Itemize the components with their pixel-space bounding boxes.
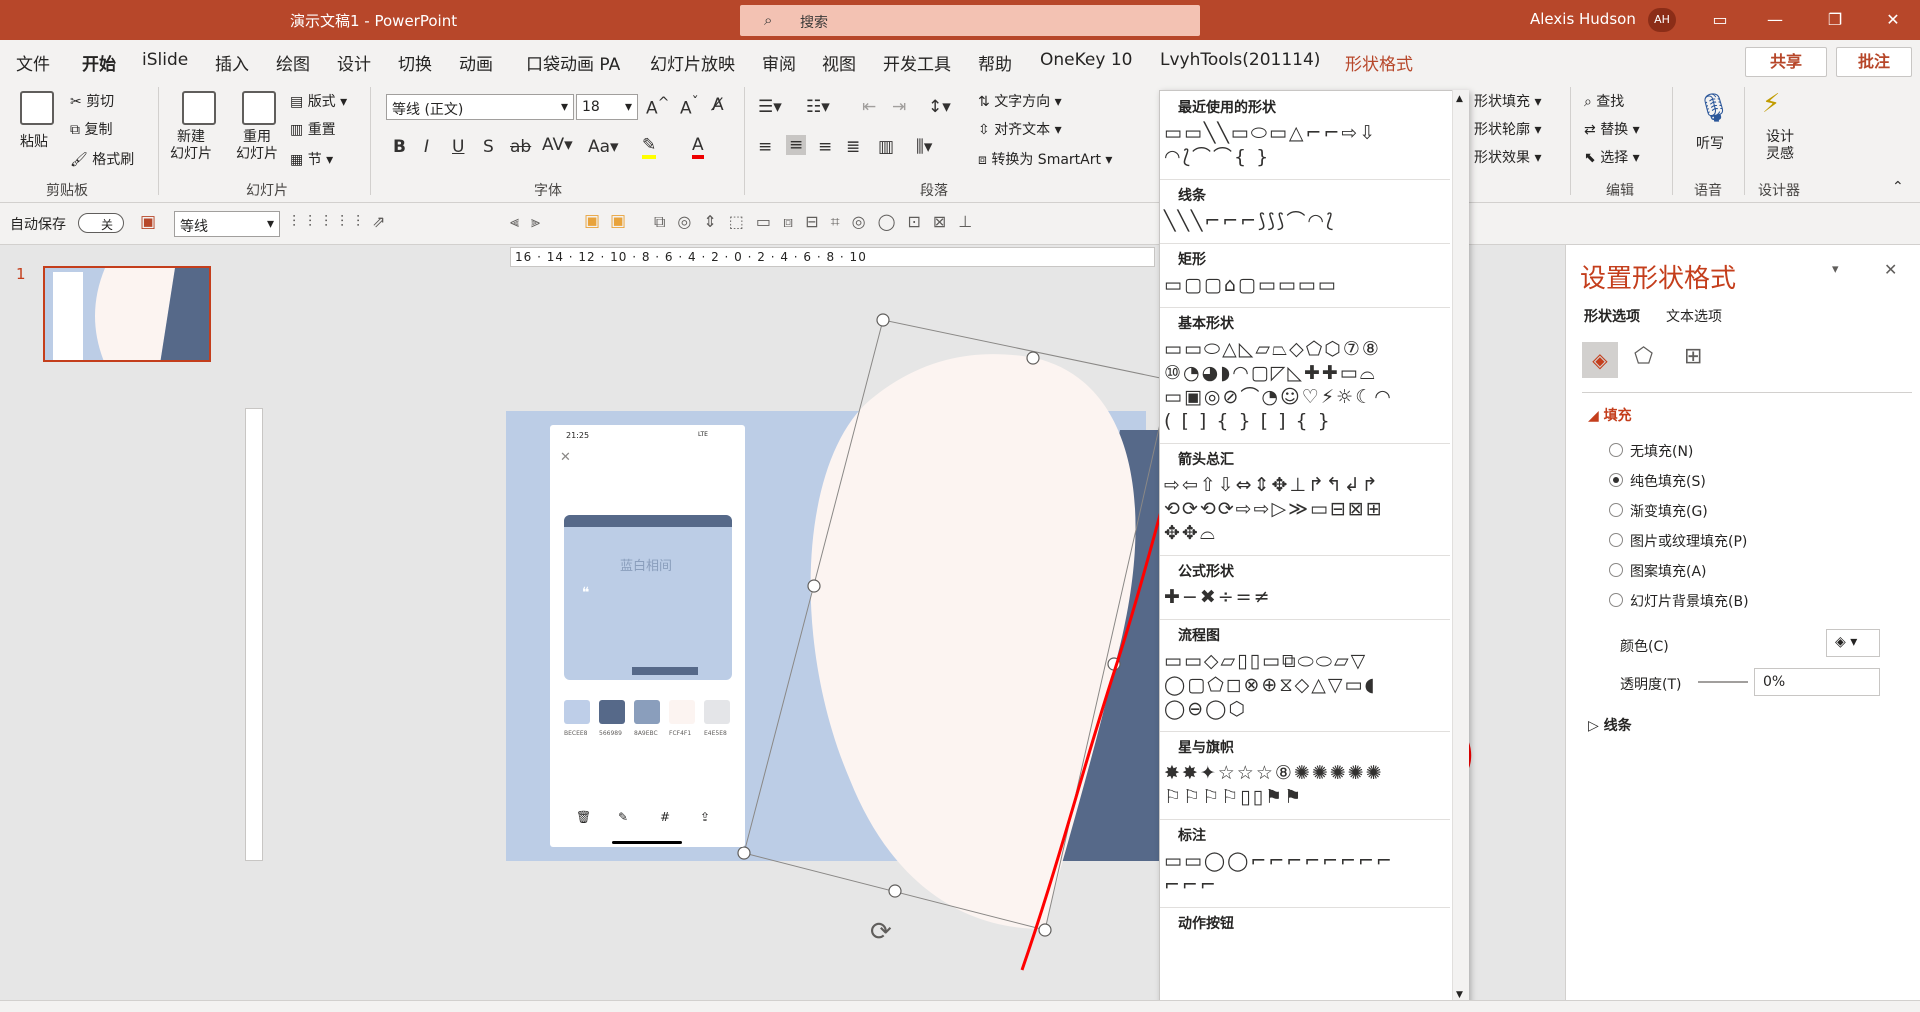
- fill-option-radio[interactable]: [1609, 473, 1623, 487]
- gallery-separator: [1160, 555, 1450, 556]
- pane-options-icon[interactable]: ▾: [1832, 262, 1839, 277]
- phone-time: 21:25: [566, 431, 590, 440]
- fill-option-label[interactable]: 图片或纹理填充(P): [1630, 531, 1747, 551]
- shape-row[interactable]: ▭▭◯◯⌐⌐⌐⌐⌐⌐⌐⌐: [1164, 849, 1394, 873]
- color-swatch: [634, 700, 660, 724]
- fill-option-label[interactable]: 幻灯片背景填充(B): [1630, 591, 1749, 611]
- shape-row[interactable]: ▭▢▢⌂▢▭▭▭▭: [1164, 273, 1338, 297]
- swatch-label: E4E5E8: [704, 730, 727, 737]
- swatch-label: FCF4F1: [669, 730, 692, 737]
- edit-icon: ✎: [618, 810, 629, 824]
- color-swatch: [599, 700, 625, 724]
- transparency-label: 透明度(T): [1620, 677, 1682, 693]
- phone-card-title: 蓝白相间: [620, 559, 673, 574]
- swatch-label: BECEE8: [564, 730, 588, 737]
- shape-row[interactable]: ◠⟅⌒⌒{ }: [1164, 145, 1270, 169]
- transparency-slider[interactable]: [1698, 681, 1748, 683]
- color-swatch: [564, 700, 590, 724]
- phone-network: LTE: [698, 431, 708, 438]
- rotate-handle-icon[interactable]: ⟳: [870, 917, 892, 947]
- shape-row[interactable]: ▭▭╲╲▭⬭▭△⌐⌐⇨⇩: [1164, 121, 1377, 145]
- fill-option-label[interactable]: 无填充(N): [1630, 441, 1693, 461]
- color-swatch: [669, 700, 695, 724]
- fill-option-radio[interactable]: [1609, 443, 1623, 457]
- shape-row[interactable]: ▭▣◎⊘⌒◔☺♡⚡☼☾◠: [1164, 385, 1393, 409]
- status-bar: [0, 1000, 1920, 1012]
- phone-mockup[interactable]: 21:25 LTE ✕ 蓝白相间 ❝ BECEE8 566989 8A9EBC FCF…: [550, 425, 745, 847]
- shape-row[interactable]: ⌐⌐⌐: [1164, 873, 1218, 897]
- gallery-separator: [1160, 819, 1450, 820]
- format-pane-title: 设置形状格式: [1580, 264, 1737, 294]
- shape-row[interactable]: ✥✥⌓: [1164, 521, 1217, 545]
- share-icon: ⇪: [700, 810, 711, 824]
- shape-row[interactable]: ▭▭⬭△◺▱⏢◇⬠⬡⑦⑧: [1164, 337, 1381, 361]
- gallery-separator: [1160, 619, 1450, 620]
- gallery-scrollbar[interactable]: ▲ ▼: [1452, 90, 1469, 1012]
- shape-row[interactable]: ✚−✖÷=≠: [1164, 585, 1272, 609]
- gallery-section-title: 公式形状: [1178, 564, 1234, 580]
- fill-option-radio[interactable]: [1609, 503, 1623, 517]
- shape-row[interactable]: ⇨⇦⇧⇩⇔⇕✥⊥↱↰↲↱: [1164, 473, 1380, 497]
- gallery-separator: [1160, 243, 1450, 244]
- transparency-input[interactable]: 0%: [1754, 668, 1880, 696]
- fill-option-label[interactable]: 图案填充(A): [1630, 561, 1707, 581]
- fill-option-radio[interactable]: [1609, 593, 1623, 607]
- gallery-section-title: 线条: [1178, 188, 1206, 204]
- gallery-separator: [1160, 443, 1450, 444]
- hash-icon: #: [660, 810, 671, 824]
- gallery-section-title: 箭头总汇: [1178, 452, 1234, 468]
- swatch-row: BECEE8 566989 8A9EBC FCF4F1 E4E5E8: [564, 700, 734, 740]
- fill-option-radio[interactable]: [1609, 563, 1623, 577]
- shape-row[interactable]: ⚐⚐⚐⚐▯▯⚑⚑: [1164, 785, 1303, 809]
- line-header-label: 线条: [1603, 718, 1632, 734]
- gallery-separator: [1160, 179, 1450, 180]
- shapes-gallery[interactable]: 最近使用的形状 ▭▭╲╲▭⬭▭△⌐⌐⇨⇩ ◠⟅⌒⌒{ } 线条 ╲╲╲⌐⌐⌐⟆⟆⟆⌒◠⟅…: [1159, 90, 1469, 1012]
- gallery-section-title: 星与旗帜: [1178, 740, 1234, 756]
- fill-option-label[interactable]: 纯色填充(S): [1630, 471, 1706, 491]
- size-properties-icon[interactable]: ⊞: [1684, 344, 1702, 369]
- shape-row[interactable]: ⑩◔◕◗◠▢◸◺✚✚▭⌓: [1164, 361, 1377, 385]
- phone-card: 蓝白相间 ❝: [564, 515, 732, 680]
- fill-option-radio[interactable]: [1609, 533, 1623, 547]
- gallery-separator: [1160, 307, 1450, 308]
- gallery-section-title: 流程图: [1178, 628, 1220, 644]
- shape-row[interactable]: ◯⊖◯⬡: [1164, 697, 1247, 721]
- fill-header-label: 填充: [1603, 408, 1632, 424]
- swatch-label: 8A9EBC: [634, 730, 658, 737]
- color-picker-button[interactable]: ◈ ▾: [1826, 629, 1880, 657]
- gallery-section-title: 动作按钮: [1178, 916, 1234, 932]
- gallery-separator: [1160, 731, 1450, 732]
- tab-shape-options[interactable]: 形状选项: [1584, 306, 1640, 326]
- tab-text-options[interactable]: 文本选项: [1666, 306, 1722, 326]
- color-label: 颜色(C): [1620, 639, 1669, 655]
- phone-close-icon: ✕: [560, 450, 571, 465]
- shape-row[interactable]: ╲╲╲⌐⌐⌐⟆⟆⟆⌒◠⟅: [1164, 209, 1335, 233]
- shape-row[interactable]: ✸✸✦☆☆☆⑧✺✺✺✺✺: [1164, 761, 1384, 785]
- shape-row[interactable]: ⟲⟳⟲⟳⇨⇨▷≫▭⊟⊠⊞: [1164, 497, 1384, 521]
- home-indicator: [612, 841, 682, 844]
- gallery-section-title: 矩形: [1178, 252, 1206, 268]
- fill-option-label[interactable]: 渐变填充(G): [1630, 501, 1708, 521]
- shape-row[interactable]: ▭▭◇▱▯▯▭⧉⬭⬭⏥▽: [1164, 649, 1367, 673]
- color-swatch: [704, 700, 730, 724]
- scroll-down-icon[interactable]: ▼: [1456, 990, 1463, 1000]
- swatch-label: 566989: [599, 730, 622, 737]
- quote-icon: ❝: [582, 585, 590, 601]
- trash-icon: 🗑: [576, 810, 592, 824]
- shape-row[interactable]: ◯▢⬠◻⊗⊕⧖◇△▽▭◖: [1164, 673, 1376, 697]
- shape-row[interactable]: ( [ ] { } [ ] { }: [1164, 409, 1332, 433]
- gallery-section-title: 最近使用的形状: [1178, 100, 1276, 116]
- gallery-section-title: 标注: [1178, 828, 1206, 844]
- line-section-header[interactable]: ▷ 线条: [1588, 715, 1632, 735]
- transparency-value: 0%: [1763, 674, 1786, 690]
- scroll-up-icon[interactable]: ▲: [1456, 94, 1463, 104]
- fill-section-header[interactable]: ◢ 填充: [1588, 405, 1632, 425]
- fill-line-icon[interactable]: ◈: [1582, 342, 1618, 378]
- gallery-separator: [1160, 907, 1450, 908]
- pane-close-icon[interactable]: ✕: [1884, 260, 1897, 279]
- gallery-section-title: 基本形状: [1178, 316, 1234, 332]
- effects-icon[interactable]: ⬠: [1634, 344, 1653, 369]
